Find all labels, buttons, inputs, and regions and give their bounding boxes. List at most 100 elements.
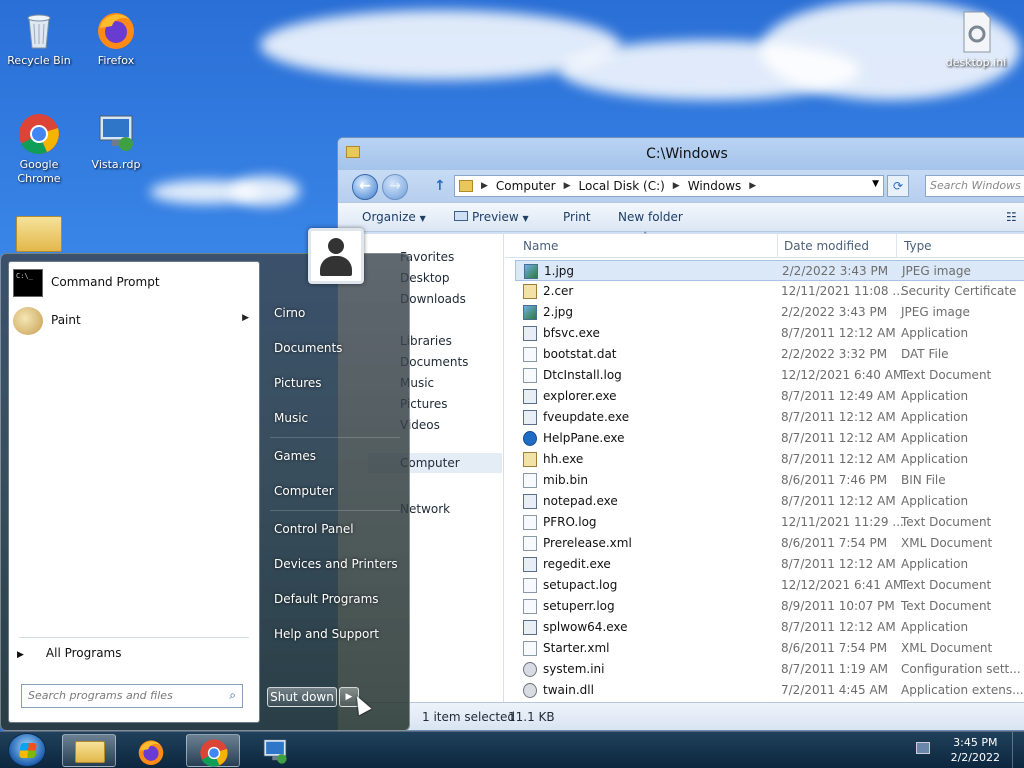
- view-options-icon[interactable]: ☷: [1006, 210, 1017, 224]
- file-row[interactable]: DtcInstall.log 12/12/2021 6:40 AM Text Doc…: [515, 365, 1024, 386]
- file-row[interactable]: system.ini 8/7/2011 1:19 AM Configuration …: [515, 659, 1024, 680]
- status-bar: 1 item selected 11.1 KB: [338, 702, 1024, 730]
- file-row[interactable]: mib.bin 8/6/2011 7:46 PM BIN File: [515, 470, 1024, 491]
- file-type: Application: [901, 431, 969, 445]
- user-avatar[interactable]: [308, 228, 364, 284]
- file-type: Text Document: [901, 368, 992, 382]
- file-row[interactable]: notepad.exe 8/7/2011 12:12 AM Application: [515, 491, 1024, 512]
- start-link-control-panel[interactable]: Control Panel: [274, 522, 354, 536]
- file-help-icon: [523, 431, 537, 446]
- desktop-icon-firefox[interactable]: Firefox: [78, 8, 154, 68]
- file-name: mib.bin: [543, 473, 589, 487]
- taskbar-rdp-button[interactable]: [248, 734, 302, 767]
- folder-icon: [459, 180, 473, 192]
- desktop-icon-vista-rdp[interactable]: Vista.rdp: [78, 112, 154, 172]
- start-link-pictures[interactable]: Pictures: [274, 376, 322, 390]
- folder-icon[interactable]: [16, 216, 62, 252]
- file-row[interactable]: fveupdate.exe 8/7/2011 12:12 AM Applicatio…: [515, 407, 1024, 428]
- file-row[interactable]: setupact.log 12/12/2021 6:41 AM Text Docum…: [515, 575, 1024, 596]
- tray-clock[interactable]: 3:45 PM 2/2/2022: [951, 735, 1000, 765]
- start-item-command-prompt[interactable]: Command Prompt: [13, 266, 255, 300]
- taskbar-chrome-button[interactable]: [186, 734, 240, 767]
- preview-button[interactable]: Preview ▼: [454, 210, 529, 224]
- chevron-down-icon: ▼: [522, 214, 529, 223]
- file-row[interactable]: regedit.exe 8/7/2011 12:12 AM Application: [515, 554, 1024, 575]
- start-link-default-programs[interactable]: Default Programs: [274, 592, 379, 606]
- explorer-titlebar[interactable]: C:\Windows: [338, 138, 1024, 170]
- print-button[interactable]: Print: [563, 210, 591, 224]
- file-row[interactable]: Starter.xml 8/6/2011 7:54 PM XML Document: [515, 638, 1024, 659]
- column-header-type[interactable]: Type: [904, 239, 932, 253]
- file-type: Security Certificate: [901, 284, 1017, 298]
- all-programs-button[interactable]: ▶ All Programs: [17, 646, 122, 660]
- up-arrow-icon[interactable]: ↑: [434, 178, 446, 194]
- address-bar[interactable]: ▶ Computer ▶ Local Disk (C:) ▶ Windows ▶…: [454, 175, 884, 197]
- shutdown-button[interactable]: Shut down: [267, 687, 337, 707]
- column-header-name[interactable]: Name: [523, 239, 558, 253]
- start-button[interactable]: [8, 733, 46, 767]
- file-exe-icon: [523, 557, 537, 572]
- file-doc-icon: [523, 536, 537, 551]
- file-row[interactable]: 2.jpg 2/2/2022 3:43 PM JPEG image: [515, 302, 1024, 323]
- file-date: 8/7/2011 12:12 AM: [781, 557, 896, 571]
- start-item-paint[interactable]: Paint ▶: [13, 304, 255, 338]
- start-link-computer[interactable]: Computer: [274, 484, 334, 498]
- file-row[interactable]: 1.jpg 2/2/2022 3:43 PM JPEG image: [515, 260, 1024, 281]
- desktop-icon-desktop-ini[interactable]: desktop.ini: [938, 10, 1014, 70]
- breadcrumb-computer[interactable]: Computer: [496, 179, 556, 193]
- file-exe-icon: [523, 326, 537, 341]
- back-button[interactable]: ←: [352, 174, 378, 200]
- organize-button[interactable]: Organize ▼: [362, 210, 426, 224]
- network-icon[interactable]: [916, 742, 930, 754]
- start-link-games[interactable]: Games: [274, 449, 316, 463]
- file-row[interactable]: hh.exe 8/7/2011 12:12 AM Application: [515, 449, 1024, 470]
- show-desktop-button[interactable]: [1012, 732, 1024, 768]
- file-row[interactable]: PFRO.log 12/11/2021 11:29 ... Text Documen…: [515, 512, 1024, 533]
- file-row[interactable]: splwow64.exe 8/7/2011 12:12 AM Application: [515, 617, 1024, 638]
- chevron-right-icon[interactable]: ▶: [749, 181, 756, 191]
- forward-button[interactable]: →: [382, 174, 408, 200]
- breadcrumb-windows[interactable]: Windows: [688, 179, 742, 193]
- file-doc-icon: [523, 473, 537, 488]
- search-input[interactable]: Search Windows: [925, 175, 1024, 197]
- file-row[interactable]: HelpPane.exe 8/7/2011 12:12 AM Application: [515, 428, 1024, 449]
- file-type: Text Document: [901, 578, 992, 592]
- file-row[interactable]: bfsvc.exe 8/7/2011 12:12 AM Application: [515, 323, 1024, 344]
- column-header-date[interactable]: Date modified: [784, 239, 869, 253]
- start-link-music[interactable]: Music: [274, 411, 308, 425]
- search-icon[interactable]: ⌕: [229, 688, 236, 703]
- preview-icon: [454, 211, 468, 221]
- start-link-documents[interactable]: Documents: [274, 341, 342, 355]
- desktop-icon-recycle-bin[interactable]: Recycle Bin: [1, 8, 77, 68]
- chevron-down-icon[interactable]: ▼: [872, 179, 879, 189]
- start-link-devices-printers[interactable]: Devices and Printers: [274, 557, 398, 571]
- file-date: 8/6/2011 7:46 PM: [781, 473, 888, 487]
- file-row[interactable]: 2.cer 12/11/2021 11:08 ... Security Certif…: [515, 281, 1024, 302]
- file-name: regedit.exe: [543, 557, 611, 571]
- start-link-user[interactable]: Cirno: [274, 306, 305, 320]
- start-search-input[interactable]: Search programs and files ⌕: [21, 684, 243, 708]
- file-name: hh.exe: [543, 452, 584, 466]
- chevron-right-icon[interactable]: ▶: [481, 181, 488, 191]
- file-row[interactable]: bootstat.dat 2/2/2022 3:32 PM DAT File: [515, 344, 1024, 365]
- new-folder-button[interactable]: New folder: [618, 210, 683, 224]
- chevron-right-icon[interactable]: ▶: [673, 181, 680, 191]
- file-row[interactable]: twain.dll 7/2/2011 4:45 AM Application ext…: [515, 680, 1024, 701]
- start-link-help-support[interactable]: Help and Support: [274, 627, 379, 641]
- chevron-right-icon[interactable]: ▶: [564, 181, 571, 191]
- taskbar-explorer-button[interactable]: [62, 734, 116, 767]
- clock-time: 3:45 PM: [953, 736, 998, 749]
- status-selected-count: 1 item selected: [422, 710, 516, 724]
- desktop-icon-google-chrome[interactable]: Google Chrome: [1, 112, 77, 186]
- refresh-button[interactable]: ⟳: [887, 175, 909, 197]
- file-row[interactable]: Prerelease.xml 8/6/2011 7:54 PM XML Docume…: [515, 533, 1024, 554]
- column-header-row: Name ˆ Date modified Type: [505, 232, 1024, 258]
- breadcrumb-local-disk[interactable]: Local Disk (C:): [579, 179, 665, 193]
- file-row[interactable]: setuperr.log 8/9/2011 10:07 PM Text Docume…: [515, 596, 1024, 617]
- explorer-window[interactable]: C:\Windows ← → ↑ ▶ Computer ▶ Local Disk…: [337, 137, 1024, 731]
- column-divider[interactable]: [777, 234, 778, 258]
- nav-item-documents[interactable]: Documents: [400, 355, 468, 369]
- file-row[interactable]: explorer.exe 8/7/2011 12:49 AM Application: [515, 386, 1024, 407]
- column-divider[interactable]: [896, 234, 897, 258]
- taskbar-firefox-button[interactable]: [124, 734, 178, 767]
